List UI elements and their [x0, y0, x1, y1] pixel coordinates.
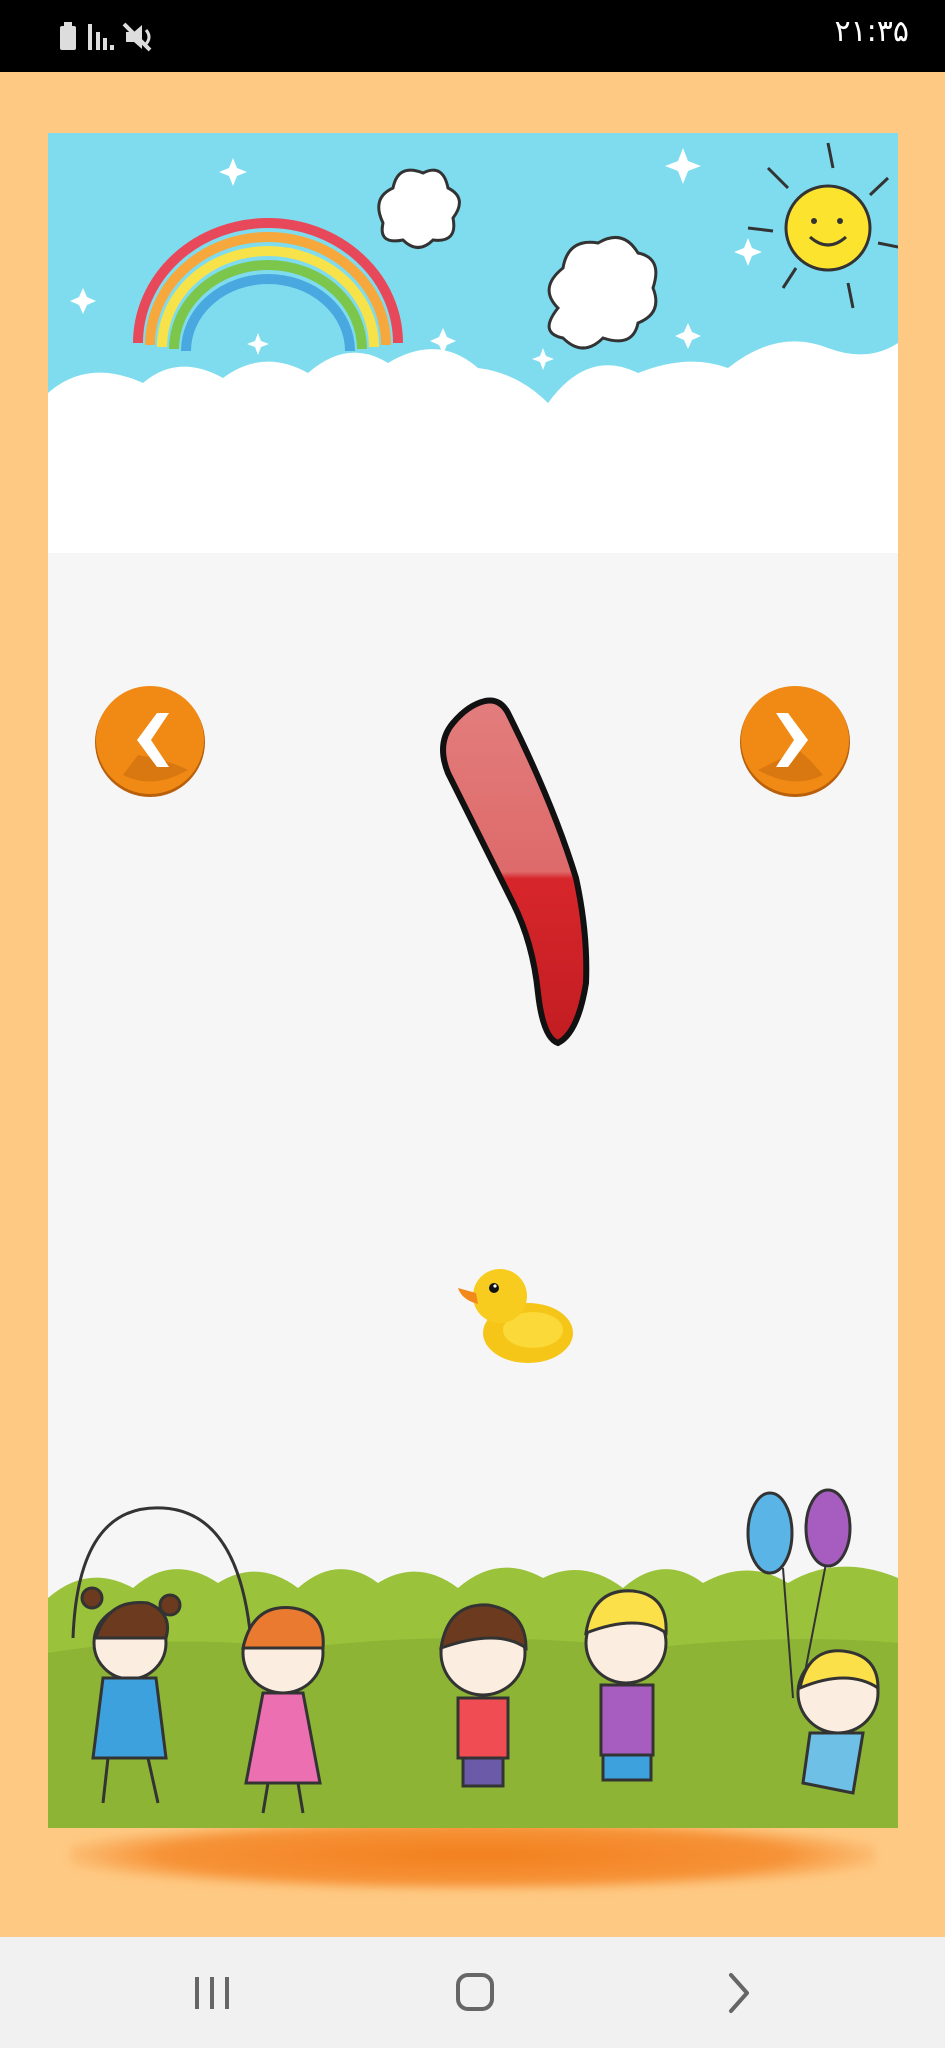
- card-shadow: [70, 1820, 875, 1890]
- numeral-one: [440, 697, 590, 1047]
- previous-button[interactable]: [93, 685, 207, 799]
- recents-icon: [195, 1977, 229, 2009]
- home-button[interactable]: [435, 1957, 515, 2027]
- back-icon: [729, 1973, 749, 2013]
- recents-button[interactable]: [172, 1957, 252, 2027]
- home-icon: [456, 1973, 494, 2011]
- duck-image: [458, 1269, 573, 1363]
- status-time: ۲۱:۳۵: [834, 14, 909, 49]
- signal-icon: [88, 24, 114, 50]
- back-button[interactable]: [700, 1957, 780, 2027]
- lesson-card: [48, 133, 898, 1828]
- next-button[interactable]: [738, 685, 852, 799]
- status-bar: ۲۱:۳۵: [0, 0, 945, 72]
- navigation-bar: [0, 1937, 945, 2048]
- mute-icon: [122, 22, 152, 52]
- status-icons: [58, 18, 168, 58]
- battery-icon: [60, 22, 76, 50]
